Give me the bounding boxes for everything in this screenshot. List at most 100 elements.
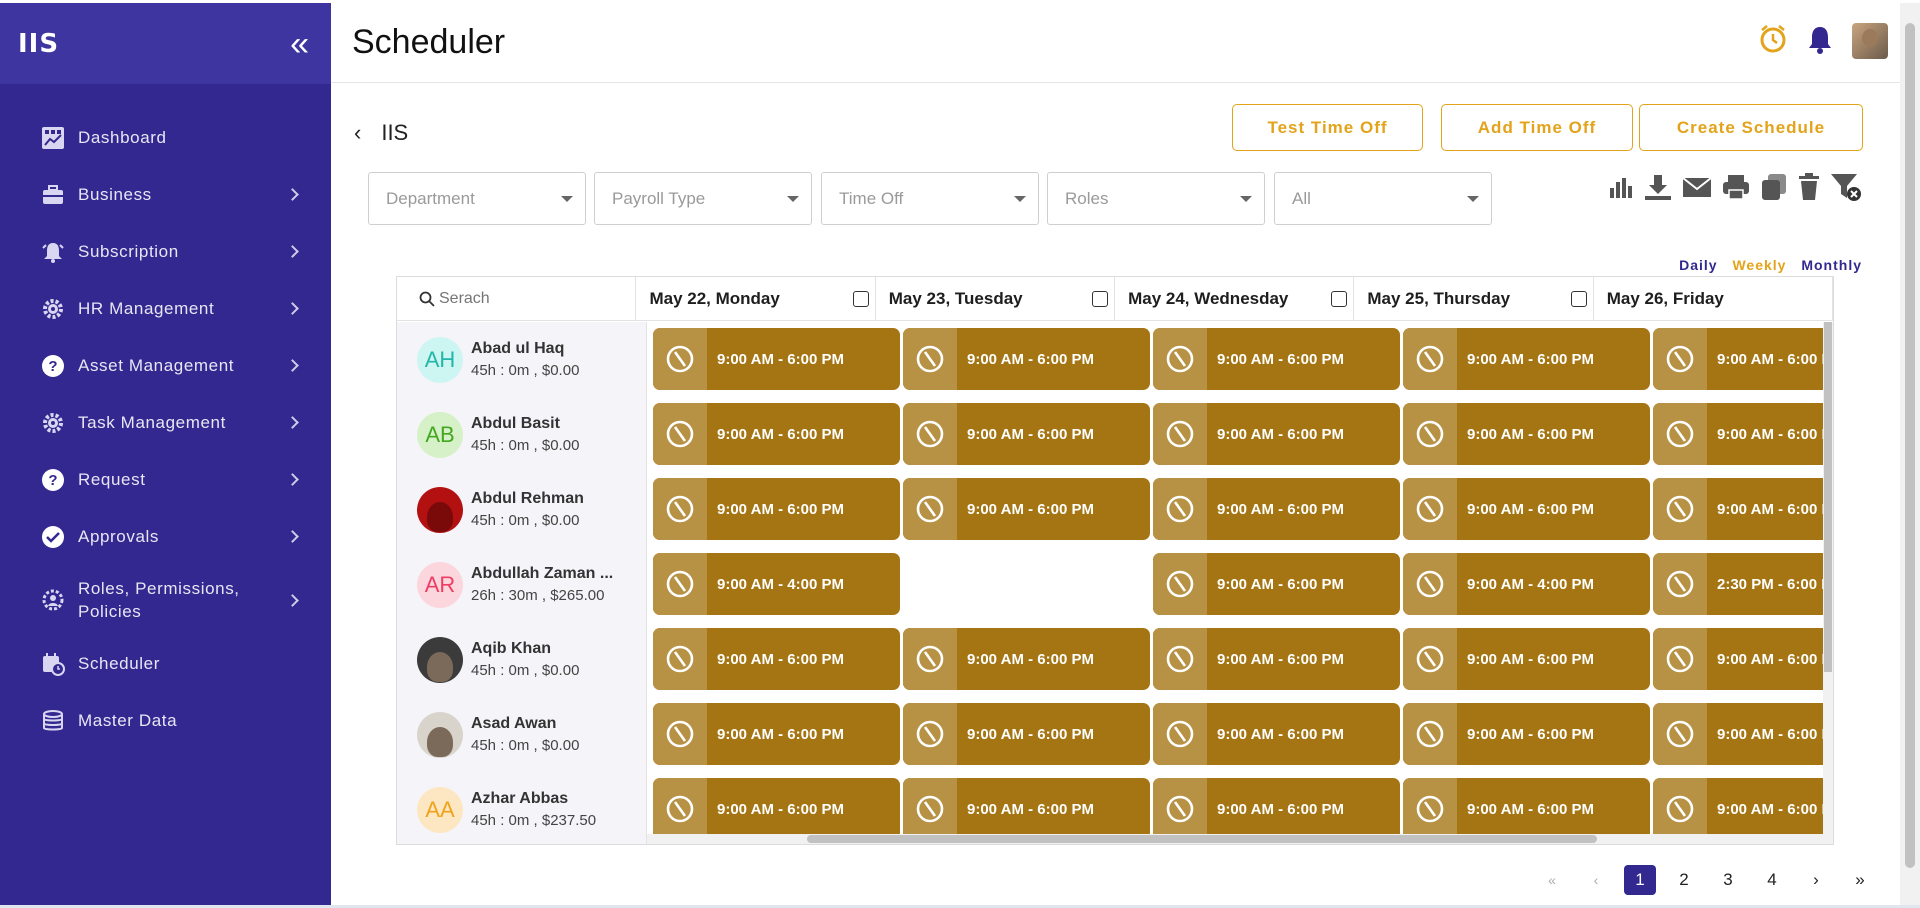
shift-block[interactable]: 9:00 AM - 6:00 PM (1153, 478, 1400, 540)
shift-block[interactable]: 9:00 AM - 6:00 PM (1403, 478, 1650, 540)
shift-block[interactable]: 9:00 AM - 6:00 PM (903, 703, 1150, 765)
grid-vertical-scrollbar[interactable] (1823, 322, 1833, 844)
shift-block[interactable]: 9:00 AM - 6:00 PM (1403, 628, 1650, 690)
day-select-checkbox[interactable] (852, 291, 869, 307)
first-page-button[interactable]: « (1530, 872, 1574, 888)
view-daily[interactable]: Daily (1679, 257, 1717, 273)
shift-block[interactable]: 9:00 AM - 6:00 PM (903, 328, 1150, 390)
shift-block[interactable]: 9:00 AM - 6:00 PM (1403, 403, 1650, 465)
shift-block[interactable]: 9:00 AM - 6:00 PM (1403, 778, 1650, 840)
back-arrow-icon[interactable]: ‹ (354, 120, 361, 146)
employee-search[interactable] (397, 277, 637, 321)
day-label: May 25, Thursday (1367, 289, 1511, 308)
day-select-checkbox[interactable] (1570, 291, 1587, 307)
employee-row[interactable]: AH Abad ul Haq 45h : 0m , $0.00 (397, 322, 646, 397)
sidebar-item-hr-management[interactable]: HR Management (0, 280, 331, 337)
shift-block[interactable]: 9:00 AM - 6:00 PM (653, 628, 900, 690)
sidebar-item-task-management[interactable]: Task Management (0, 394, 331, 451)
shift-block[interactable]: 9:00 AM - 6:00 PM (1653, 703, 1834, 765)
payroll-type-select[interactable]: Payroll Type (594, 172, 812, 225)
roles-select[interactable]: Roles (1047, 172, 1265, 225)
shift-block[interactable]: 9:00 AM - 6:00 PM (1153, 778, 1400, 840)
grid-vertical-scrollbar-thumb[interactable] (1824, 322, 1832, 672)
shift-block[interactable]: 9:00 AM - 6:00 PM (1153, 628, 1400, 690)
day-select-checkbox[interactable] (1331, 291, 1348, 307)
shift-block[interactable]: 2:30 PM - 6:00 PM (1653, 553, 1833, 615)
search-input[interactable] (439, 290, 599, 308)
shift-time: 9:00 AM - 6:00 PM (1717, 725, 1834, 743)
employee-row[interactable]: AR Abdullah Zaman ... 26h : 30m , $265.00 (397, 547, 646, 622)
shift-block[interactable]: 9:00 AM - 6:00 PM (1153, 328, 1400, 390)
collapse-sidebar-icon[interactable]: « (290, 27, 309, 61)
employee-row[interactable]: Asad Awan 45h : 0m , $0.00 (397, 697, 646, 772)
all-select[interactable]: All (1274, 172, 1492, 225)
sidebar-item-roles-permissions-policies[interactable]: Roles, Permissions, Policies (0, 565, 331, 635)
shift-block[interactable]: 9:00 AM - 6:00 PM (1653, 778, 1833, 840)
page-number-button[interactable]: 2 (1662, 870, 1706, 890)
sidebar-item-business[interactable]: Business (0, 166, 331, 223)
employee-row[interactable]: AA Azhar Abbas 45h : 0m , $237.50 (397, 772, 646, 844)
shift-block[interactable]: 9:00 AM - 6:00 PM (653, 703, 900, 765)
clear-filter-icon[interactable] (1830, 172, 1862, 202)
shift-block[interactable]: 9:00 AM - 6:00 PM (653, 778, 900, 840)
shift-block[interactable]: 9:00 AM - 6:00 PM (1403, 703, 1650, 765)
shift-block[interactable]: 9:00 AM - 4:00 PM (653, 553, 900, 615)
test-time-off-button[interactable]: Test Time Off (1232, 104, 1423, 151)
shift-block[interactable]: 9:00 AM - 4:00 PM (1403, 553, 1650, 615)
sidebar-item-subscription[interactable]: Subscription (0, 223, 331, 280)
copy-icon[interactable] (1760, 172, 1788, 202)
shift-block[interactable]: 9:00 AM - 6:00 PM (903, 778, 1150, 840)
add-time-off-button[interactable]: Add Time Off (1441, 104, 1633, 151)
view-monthly[interactable]: Monthly (1801, 257, 1862, 273)
shift-block[interactable]: 9:00 AM - 6:00 PM (1153, 703, 1400, 765)
shift-block[interactable]: 9:00 AM - 6:00 PM (653, 328, 900, 390)
employee-row[interactable]: Aqib Khan 45h : 0m , $0.00 (397, 622, 646, 697)
notification-bell-icon[interactable] (1806, 24, 1834, 59)
shift-block[interactable]: 9:00 AM - 6:00 PM (1653, 478, 1833, 540)
print-icon[interactable] (1721, 173, 1751, 201)
department-select[interactable]: Department (368, 172, 586, 225)
sidebar-item-asset-management[interactable]: ? Asset Management (0, 337, 331, 394)
next-page-button[interactable]: › (1794, 870, 1838, 890)
time-off-select[interactable]: Time Off (821, 172, 1039, 225)
download-icon[interactable] (1643, 173, 1673, 201)
sidebar-item-dashboard[interactable]: Dashboard (0, 109, 331, 166)
view-weekly[interactable]: Weekly (1732, 257, 1786, 273)
employee-info: Abdul Rehman 45h : 0m , $0.00 (471, 490, 584, 529)
page-number-button[interactable]: 4 (1750, 870, 1794, 890)
sidebar-item-master-data[interactable]: Master Data (0, 692, 331, 749)
shift-block[interactable]: 9:00 AM - 6:00 PM (1653, 628, 1833, 690)
bar-chart-icon[interactable] (1608, 174, 1634, 200)
prev-page-button[interactable]: ‹ (1574, 872, 1618, 888)
page-scrollbar[interactable] (1900, 3, 1920, 905)
employee-row[interactable]: Abdul Rehman 45h : 0m , $0.00 (397, 472, 646, 547)
day-select-checkbox[interactable] (1092, 291, 1109, 307)
email-icon[interactable] (1682, 175, 1712, 199)
user-avatar[interactable] (1852, 23, 1888, 59)
create-schedule-button[interactable]: Create Schedule (1639, 104, 1863, 151)
page-number-button[interactable]: 3 (1706, 870, 1750, 890)
time-off-icon (1153, 328, 1207, 390)
sidebar-item-approvals[interactable]: Approvals (0, 508, 331, 565)
shift-block[interactable]: 9:00 AM - 6:00 PM (1153, 403, 1400, 465)
grid-horizontal-scrollbar-thumb[interactable] (807, 835, 1597, 843)
shift-block[interactable]: 9:00 AM - 6:00 PM (1153, 553, 1400, 615)
sidebar-item-request[interactable]: ? Request (0, 451, 331, 508)
shift-block[interactable]: 9:00 AM - 6:00 PM (653, 478, 900, 540)
page-scrollbar-thumb[interactable] (1905, 23, 1915, 868)
shift-block[interactable]: 9:00 AM - 6:00 PM (903, 478, 1150, 540)
page-number-button[interactable]: 1 (1624, 865, 1656, 895)
shift-block[interactable]: 9:00 AM - 6:00 PM (1653, 403, 1833, 465)
shift-block[interactable]: 9:00 AM - 6:00 PM (903, 403, 1150, 465)
shift-block[interactable]: 9:00 AM - 6:00 PM (1403, 328, 1650, 390)
delete-icon[interactable] (1797, 173, 1821, 201)
clock-icon[interactable] (1758, 24, 1788, 59)
sidebar-item-scheduler[interactable]: Scheduler (0, 635, 331, 692)
last-page-button[interactable]: » (1838, 870, 1882, 890)
shift-block[interactable]: 9:00 AM - 6:00 PM (1653, 328, 1833, 390)
employee-row[interactable]: AB Abdul Basit 45h : 0m , $0.00 (397, 397, 646, 472)
employee-stats: 26h : 30m , $265.00 (471, 587, 605, 604)
shift-block[interactable]: 9:00 AM - 6:00 PM (903, 628, 1150, 690)
grid-horizontal-scrollbar[interactable] (647, 834, 1825, 844)
shift-block[interactable]: 9:00 AM - 6:00 PM (653, 403, 900, 465)
